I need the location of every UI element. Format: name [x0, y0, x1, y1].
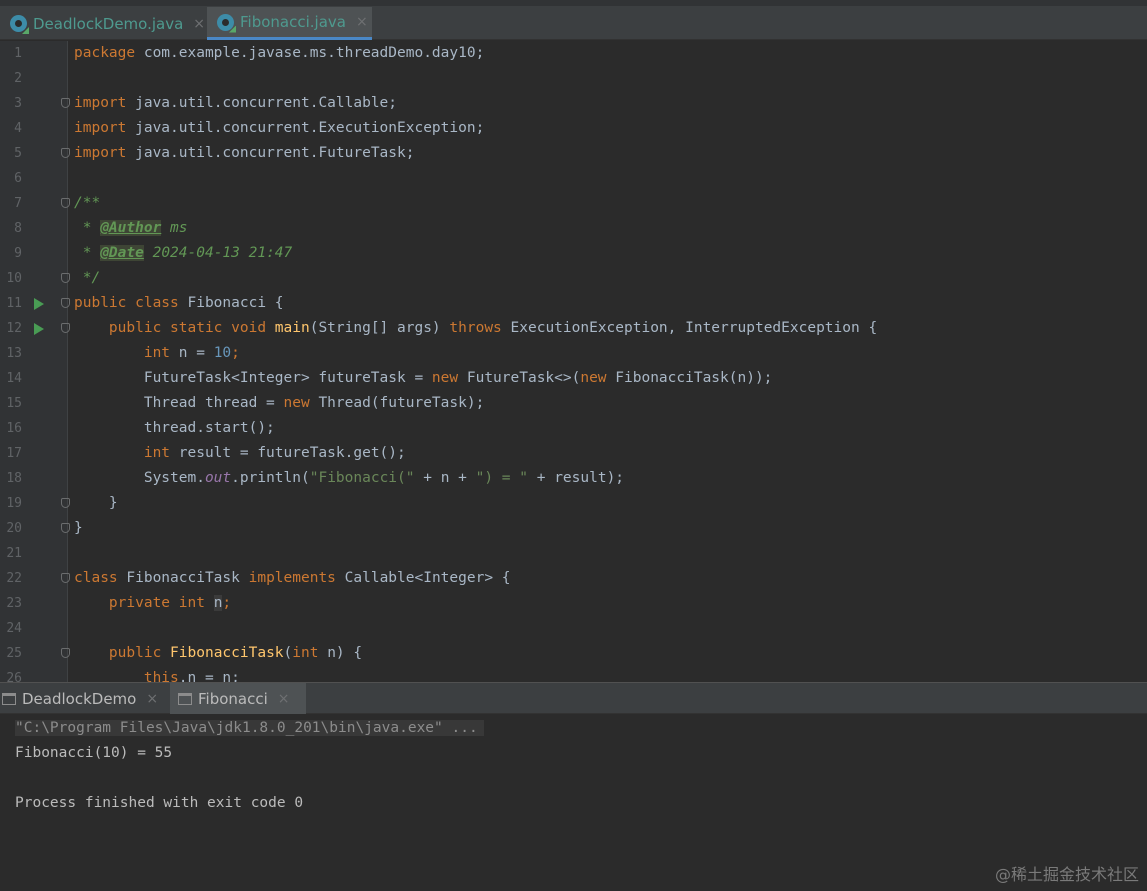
- tab-fibonacci[interactable]: Fibonacci.java ×: [207, 7, 372, 40]
- line-number: 19: [6, 496, 22, 511]
- console-output[interactable]: "C:\Program Files\Java\jdk1.8.0_201\bin\…: [0, 714, 1147, 891]
- line-number: 18: [6, 471, 22, 486]
- code-line: 15 Thread thread = new Thread(futureTask…: [0, 391, 1147, 416]
- code-line: 22 class FibonacciTask implements Callabl…: [0, 566, 1147, 591]
- code-line: 10 */: [0, 266, 1147, 291]
- line-number: 22: [6, 571, 22, 586]
- line-number: 9: [14, 246, 22, 261]
- fold-icon[interactable]: [61, 198, 70, 208]
- tab-deadlockdemo[interactable]: DeadlockDemo.java ×: [0, 7, 205, 40]
- code-line: 2: [0, 66, 1147, 91]
- code-line: 20}: [0, 516, 1147, 541]
- run-tab-fibonacci[interactable]: Fibonacci ×: [170, 683, 306, 714]
- line-number: 10: [6, 271, 22, 286]
- line-number: 17: [6, 446, 22, 461]
- fold-icon[interactable]: [61, 298, 70, 308]
- console-line: Fibonacci(10) = 55: [15, 745, 173, 761]
- line-number: 26: [6, 671, 22, 682]
- fold-icon[interactable]: [61, 98, 70, 108]
- code-line: 19 }: [0, 491, 1147, 516]
- fold-icon[interactable]: [61, 323, 70, 333]
- editor-tab-bar: DeadlockDemo.java × Fibonacci.java ×: [0, 0, 1147, 40]
- code-editor[interactable]: 1 package com.example.javase.ms.threadDem…: [0, 41, 1147, 682]
- run-icon[interactable]: [34, 298, 44, 310]
- line-number: 21: [6, 546, 22, 561]
- line-number: 25: [6, 646, 22, 661]
- line-number: 6: [14, 171, 22, 186]
- code-line: 11 public class Fibonacci {: [0, 291, 1147, 316]
- close-icon[interactable]: ×: [146, 691, 158, 707]
- line-number: 7: [14, 196, 22, 211]
- line-number: 16: [6, 421, 22, 436]
- line-number: 12: [6, 321, 22, 336]
- run-tab-label: DeadlockDemo: [22, 689, 137, 708]
- line-number: 4: [14, 121, 22, 136]
- line-number: 3: [14, 96, 22, 111]
- console-icon: [178, 692, 192, 705]
- code-line: 9 * @Date 2024-04-13 21:47: [0, 241, 1147, 266]
- close-icon[interactable]: ×: [278, 691, 290, 707]
- code-line: 5 import java.util.concurrent.FutureTask;: [0, 141, 1147, 166]
- java-class-icon: [217, 13, 234, 31]
- code-line: 12 public static void main(String[] args…: [0, 316, 1147, 341]
- fold-icon[interactable]: [61, 523, 70, 533]
- line-number: 20: [6, 521, 22, 536]
- console-icon: [2, 692, 16, 705]
- fold-icon[interactable]: [61, 498, 70, 508]
- run-tab-label: Fibonacci: [198, 689, 268, 708]
- java-class-icon: [10, 15, 27, 32]
- fold-icon[interactable]: [61, 573, 70, 583]
- code-line: 14 FutureTask<Integer> futureTask = new …: [0, 366, 1147, 391]
- run-tab-deadlockdemo[interactable]: DeadlockDemo ×: [0, 683, 162, 714]
- code-line: 13 int n = 10;: [0, 341, 1147, 366]
- code-line: 25 public FibonacciTask(int n) {: [0, 641, 1147, 666]
- line-number: 13: [6, 346, 22, 361]
- code-line: 1 package com.example.javase.ms.threadDem…: [0, 41, 1147, 66]
- line-number: 24: [6, 621, 22, 636]
- code-line: 8 * @Author ms: [0, 216, 1147, 241]
- run-tab-bar: DeadlockDemo × Fibonacci ×: [0, 682, 1147, 714]
- code-line: 16 thread.start();: [0, 416, 1147, 441]
- fold-icon[interactable]: [61, 273, 70, 283]
- tab-label: Fibonacci.java: [240, 13, 346, 31]
- code-line: 23 private int n;: [0, 591, 1147, 616]
- code-line: 6: [0, 166, 1147, 191]
- tab-label: DeadlockDemo.java: [33, 14, 184, 33]
- code-line: 7/**: [0, 191, 1147, 216]
- line-number: 23: [6, 596, 22, 611]
- close-icon[interactable]: ×: [193, 16, 205, 32]
- watermark: @稀土掘金技术社区: [994, 865, 1139, 884]
- code-line: 4 import java.util.concurrent.ExecutionEx…: [0, 116, 1147, 141]
- line-number: 8: [14, 221, 22, 236]
- console-line: "C:\Program Files\Java\jdk1.8.0_201\bin\…: [15, 716, 484, 741]
- command-line: "C:\Program Files\Java\jdk1.8.0_201\bin\…: [15, 720, 484, 736]
- line-number: 14: [6, 371, 22, 386]
- console-line: Process finished with exit code 0: [15, 795, 304, 811]
- fold-icon[interactable]: [61, 148, 70, 158]
- line-number: 11: [6, 296, 22, 311]
- fold-icon[interactable]: [61, 648, 70, 658]
- line-number: 1: [14, 46, 22, 61]
- code-line: 3 import java.util.concurrent.Callable;: [0, 91, 1147, 116]
- code-line: 21: [0, 541, 1147, 566]
- close-icon[interactable]: ×: [356, 14, 368, 30]
- code-line: 24: [0, 616, 1147, 641]
- line-number: 5: [14, 146, 22, 161]
- line-number: 2: [14, 71, 22, 86]
- run-icon[interactable]: [34, 323, 44, 335]
- code-line: 17 int result = futureTask.get();: [0, 441, 1147, 466]
- line-number: 15: [6, 396, 22, 411]
- code-line: 18 System.out.println("Fibonacci(" + n +…: [0, 466, 1147, 491]
- code-line: 26 this.n = n;: [0, 666, 1147, 682]
